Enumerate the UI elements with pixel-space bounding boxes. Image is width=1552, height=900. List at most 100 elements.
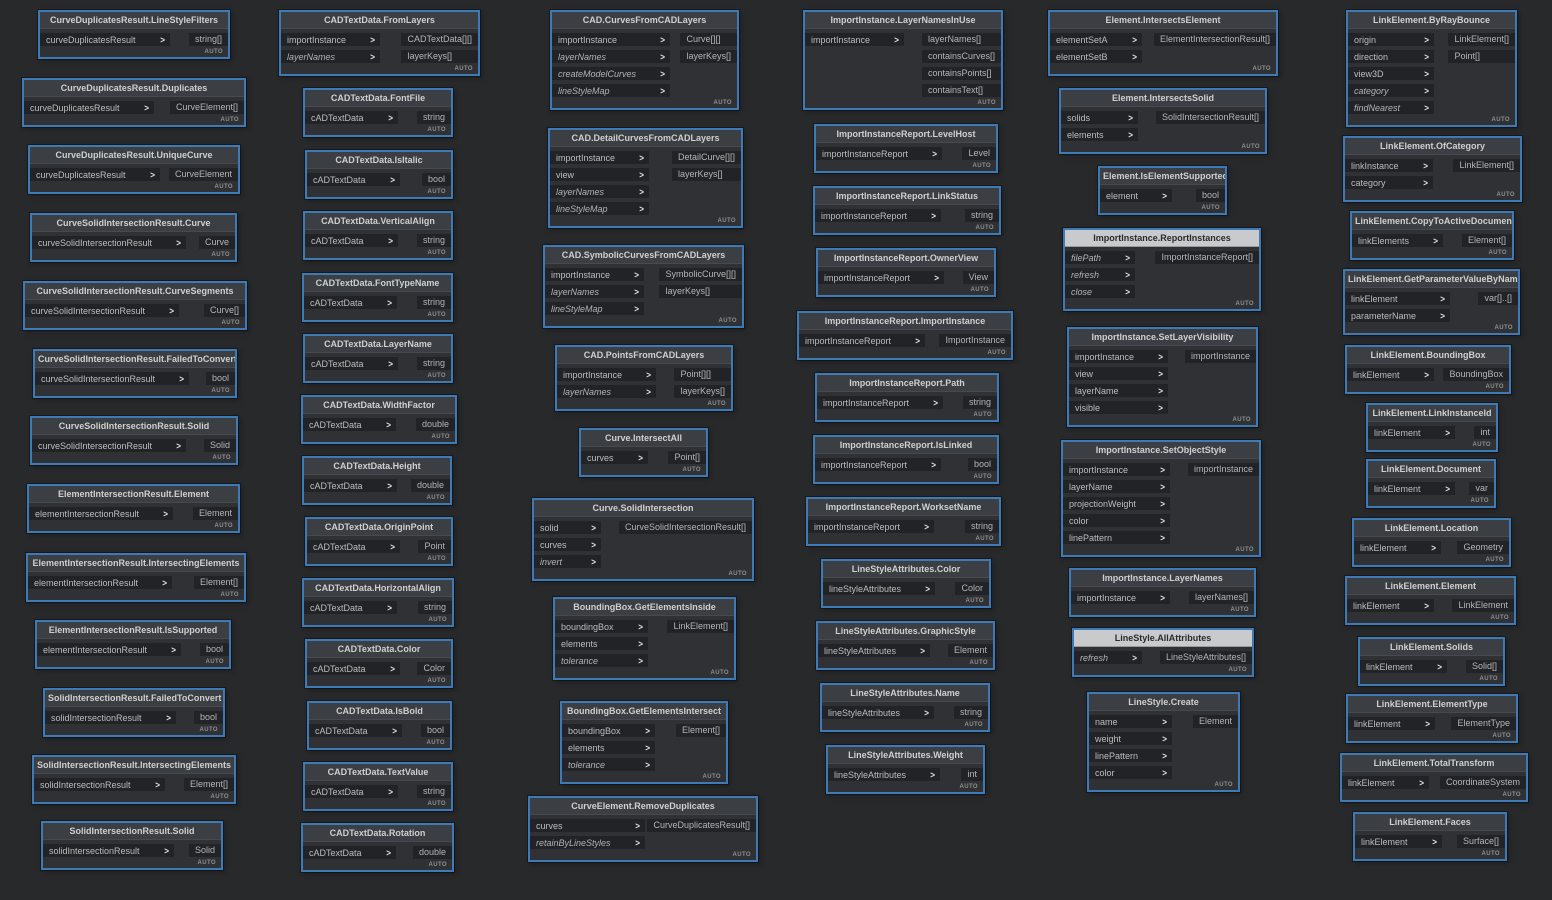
node-canvas[interactable]: CurveDuplicatesResult.LineStyleFilters cu…: [0, 0, 1552, 900]
node-title[interactable]: CADTextData.IsItalic: [307, 152, 451, 169]
node-title[interactable]: LinkElement.GetParameterValueByName: [1345, 271, 1518, 288]
node-title[interactable]: CADTextData.TextValue: [305, 764, 451, 781]
output-port-string[interactable]: string: [965, 209, 999, 222]
output-port-var[interactable]: var[]..[]: [1478, 292, 1518, 305]
input-port-lineStyleMap[interactable]: lineStyleMap>: [545, 302, 644, 315]
node-linkelement-byraybounce[interactable]: LinkElement.ByRayBounceorigin>direction>…: [1346, 10, 1517, 127]
output-port-Element[interactable]: Element: [1193, 715, 1238, 728]
node-title[interactable]: Element.IsElementSupported: [1100, 168, 1225, 185]
node-cad-curvesfromcadlayers[interactable]: CAD.CurvesFromCADLayersimportInstance>la…: [550, 10, 739, 110]
output-port-Element[interactable]: Element: [948, 644, 993, 657]
input-port-curveDuplicatesResult[interactable]: curveDuplicatesResult>: [40, 33, 170, 46]
node-cadtextdata-layername[interactable]: CADTextData.LayerNamecADTextData>stringA…: [303, 334, 453, 383]
output-port-SolidIntersectionResult[interactable]: SolidIntersectionResult[]: [1156, 111, 1265, 124]
input-port-cADTextData[interactable]: cADTextData>: [305, 234, 398, 247]
node-title[interactable]: LinkElement.TotalTransform: [1342, 755, 1526, 772]
input-port-refresh[interactable]: refresh>: [1065, 268, 1135, 281]
input-port-linePattern[interactable]: linePattern>: [1089, 749, 1172, 762]
node-title[interactable]: ElementIntersectionResult.IntersectingEl…: [28, 555, 244, 572]
input-port-cADTextData[interactable]: cADTextData>: [307, 662, 400, 675]
node-title[interactable]: LinkElement.OfCategory: [1345, 138, 1520, 155]
input-port-close[interactable]: close>: [1065, 285, 1135, 298]
output-port-LinkElement[interactable]: LinkElement[]: [1453, 159, 1520, 172]
output-port-ElementType[interactable]: ElementType: [1451, 717, 1516, 730]
output-port-Element[interactable]: Element[]: [676, 724, 726, 737]
output-port-string[interactable]: string: [418, 601, 452, 614]
output-port-layerKeys[interactable]: layerKeys[]: [401, 50, 478, 63]
input-port-refresh[interactable]: refresh>: [1074, 651, 1142, 664]
input-port-curveSolidIntersectionResult[interactable]: curveSolidIntersectionResult>: [25, 304, 179, 317]
input-port-cADTextData[interactable]: cADTextData>: [304, 479, 397, 492]
node-title[interactable]: CurveSolidIntersectionResult.Curve: [32, 215, 235, 232]
node-linestyleattributes-name[interactable]: LineStyleAttributes.NamelineStyleAttribu…: [820, 683, 990, 732]
output-port-LineStyleAttributes[interactable]: LineStyleAttributes[]: [1160, 651, 1252, 664]
output-port-Level[interactable]: Level: [962, 147, 996, 160]
node-cadtextdata-widthfactor[interactable]: CADTextData.WidthFactorcADTextData>doubl…: [301, 395, 457, 444]
input-port-color[interactable]: color>: [1089, 766, 1172, 779]
node-title[interactable]: CADTextData.Color: [307, 641, 451, 658]
node-importinstancereport-ownerview[interactable]: ImportInstanceReport.OwnerViewimportInst…: [816, 248, 996, 297]
input-port-origin[interactable]: origin>: [1348, 33, 1434, 46]
node-cadtextdata-fromlayers[interactable]: CADTextData.FromLayersimportInstance>lay…: [279, 10, 480, 76]
output-port-View[interactable]: View: [963, 271, 994, 284]
output-port-string[interactable]: string[]: [189, 33, 228, 46]
node-title[interactable]: CADTextData.FromLayers: [281, 12, 478, 29]
input-port-importInstanceReport[interactable]: importInstanceReport>: [818, 271, 944, 284]
output-port-DetailCurve[interactable]: DetailCurve[][]: [672, 151, 741, 164]
node-title[interactable]: ImportInstanceReport.WorksetName: [808, 499, 999, 516]
input-port-linkElement[interactable]: linkElement>: [1368, 482, 1455, 495]
output-port-Element[interactable]: Element[]: [184, 778, 234, 791]
input-port-layerNames[interactable]: layerNames>: [281, 50, 380, 63]
node-element-intersectssolid[interactable]: Element.IntersectsSolidsolids>elements>S…: [1059, 88, 1267, 154]
output-port-containsCurves[interactable]: containsCurves[]: [922, 50, 1001, 63]
node-cadtextdata-fontfile[interactable]: CADTextData.FontFilecADTextData>stringAU…: [303, 88, 453, 137]
node-title[interactable]: LineStyleAttributes.GraphicStyle: [818, 623, 993, 640]
node-linestyleattributes-weight[interactable]: LineStyleAttributes.WeightlineStyleAttri…: [826, 745, 985, 794]
node-cad-detailcurvesfromcadlayers[interactable]: CAD.DetailCurvesFromCADLayersimportInsta…: [548, 128, 743, 228]
input-port-elementIntersectionResult[interactable]: elementIntersectionResult>: [28, 576, 172, 589]
input-port-cADTextData[interactable]: cADTextData>: [304, 296, 397, 309]
output-port-CurveDuplicatesResult[interactable]: CurveDuplicatesResult[]: [647, 819, 756, 832]
input-port-importInstanceReport[interactable]: importInstanceReport>: [808, 520, 934, 533]
output-port-layerNames[interactable]: layerNames[]: [922, 33, 1001, 46]
node-cad-pointsfromcadlayers[interactable]: CAD.PointsFromCADLayersimportInstance>la…: [555, 345, 733, 411]
input-port-cADTextData[interactable]: cADTextData>: [305, 357, 398, 370]
node-title[interactable]: CurveDuplicatesResult.UniqueCurve: [30, 147, 238, 164]
input-port-boundingBox[interactable]: boundingBox>: [555, 620, 648, 633]
input-port-visible[interactable]: visible>: [1069, 401, 1168, 414]
output-port-CoordinateSystem[interactable]: CoordinateSystem: [1440, 776, 1526, 789]
node-curve-intersectall[interactable]: Curve.IntersectAllcurves>Point[]AUTO: [579, 428, 708, 477]
node-title[interactable]: Curve.SolidIntersection: [534, 500, 752, 517]
node-cadtextdata-horizontalalign[interactable]: CADTextData.HorizontalAligncADTextData>s…: [302, 578, 454, 627]
input-port-elementIntersectionResult[interactable]: elementIntersectionResult>: [37, 643, 181, 656]
node-title[interactable]: CAD.PointsFromCADLayers: [557, 347, 731, 364]
node-title[interactable]: CurveDuplicatesResult.Duplicates: [24, 80, 244, 97]
node-cadtextdata-height[interactable]: CADTextData.HeightcADTextData>doubleAUTO: [302, 456, 452, 505]
node-cadtextdata-textvalue[interactable]: CADTextData.TextValuecADTextData>stringA…: [303, 762, 453, 811]
input-port-lineStyleAttributes[interactable]: lineStyleAttributes>: [822, 706, 934, 719]
output-port-bool[interactable]: bool: [200, 643, 229, 656]
output-port-string[interactable]: string: [965, 520, 999, 533]
input-port-linkElement[interactable]: linkElement>: [1342, 776, 1429, 789]
input-port-elements[interactable]: elements>: [562, 741, 655, 754]
node-curvesolidintersectionresult-curvesegments[interactable]: CurveSolidIntersectionResult.CurveSegmen…: [23, 281, 247, 330]
node-title[interactable]: BoundingBox.GetElementsIntersect: [562, 703, 726, 720]
input-port-lineStyleMap[interactable]: lineStyleMap>: [552, 84, 670, 97]
node-cadtextdata-isitalic[interactable]: CADTextData.IsItaliccADTextData>boolAUTO: [305, 150, 453, 199]
node-curve-solidintersection[interactable]: Curve.SolidIntersectionsolid>curves>inve…: [532, 498, 754, 581]
input-port-layerName[interactable]: layerName>: [1063, 480, 1170, 493]
output-port-Curve[interactable]: Curve[]: [204, 304, 245, 317]
input-port-importInstance[interactable]: importInstance>: [1069, 350, 1168, 363]
output-port-string[interactable]: string: [417, 234, 451, 247]
output-port-layerKeys[interactable]: layerKeys[]: [659, 285, 742, 298]
node-title[interactable]: CurveDuplicatesResult.LineStyleFilters: [40, 12, 228, 29]
node-cadtextdata-color[interactable]: CADTextData.ColorcADTextData>ColorAUTO: [305, 639, 453, 688]
node-title[interactable]: CADTextData.FontTypeName: [304, 275, 451, 292]
node-title[interactable]: LinkElement.Faces: [1355, 814, 1505, 831]
node-cad-symboliccurvesfromcadlayers[interactable]: CAD.SymbolicCurvesFromCADLayersimportIns…: [543, 245, 744, 328]
input-port-layerNames[interactable]: layerNames>: [557, 385, 656, 398]
node-cadtextdata-originpoint[interactable]: CADTextData.OriginPointcADTextData>Point…: [305, 517, 453, 566]
output-port-CurveElement[interactable]: CurveElement: [169, 168, 238, 181]
node-curvesolidintersectionresult-curve[interactable]: CurveSolidIntersectionResult.CurvecurveS…: [30, 213, 237, 262]
node-curvesolidintersectionresult-solid[interactable]: CurveSolidIntersectionResult.SolidcurveS…: [30, 416, 238, 465]
